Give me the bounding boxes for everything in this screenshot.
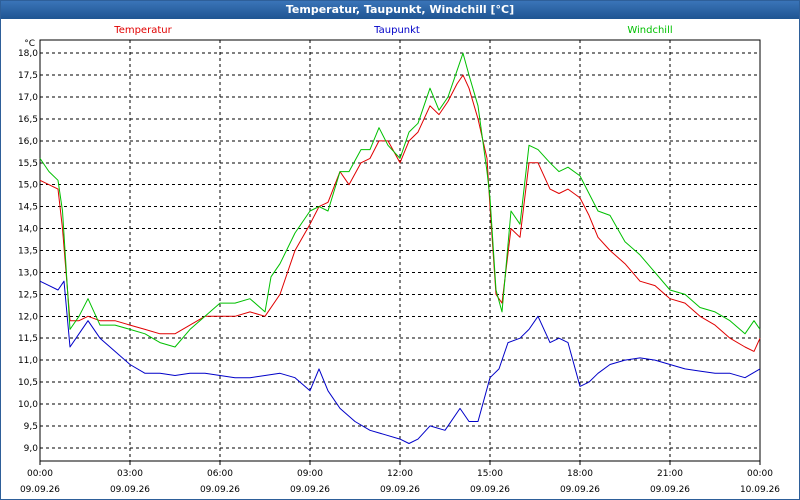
y-tick-label: 12,0 — [18, 312, 38, 322]
x-tick-date-label: 09.09.26 — [200, 485, 240, 495]
y-tick-label: 16,5 — [18, 115, 38, 125]
y-tick-label: 14,0 — [18, 225, 38, 235]
y-tick-label: 15,0 — [18, 181, 38, 191]
y-tick-label: 14,5 — [18, 203, 38, 213]
y-tick-label: 18,0 — [18, 49, 38, 59]
y-tick-label: 12,5 — [18, 290, 38, 300]
y-tick-label: 9,0 — [24, 444, 39, 454]
x-tick-time-label: 21:00 — [657, 469, 683, 479]
y-tick-label: 13,0 — [18, 268, 38, 278]
x-tick-date-label: 09.09.26 — [380, 485, 420, 495]
x-tick-date-label: 09.09.26 — [20, 485, 60, 495]
x-tick-time-label: 00:00 — [747, 469, 773, 479]
x-tick-time-label: 03:00 — [117, 469, 143, 479]
x-tick-time-label: 06:00 — [207, 469, 233, 479]
legend-windchill: Windchill — [627, 25, 672, 36]
x-tick-date-label: 09.09.26 — [290, 485, 330, 495]
x-tick-date-label: 09.09.26 — [110, 485, 150, 495]
y-tick-label: 10,5 — [18, 378, 38, 388]
legend-temperatur: Temperatur — [113, 25, 172, 36]
x-tick-time-label: 18:00 — [567, 469, 593, 479]
y-tick-label: 11,5 — [18, 334, 38, 344]
y-tick-label: 11,0 — [18, 356, 38, 366]
y-axis-label: °C — [24, 39, 35, 49]
y-tick-label: 10,0 — [18, 400, 38, 410]
y-tick-label: 17,5 — [18, 71, 38, 81]
x-tick-time-label: 00:00 — [27, 469, 53, 479]
y-tick-label: 17,0 — [18, 93, 38, 103]
chart-canvas: 9,0 9,5 10,0 10,5 11,0 11,5 12,0 12,5 13,0 13,5 14… — [18, 25, 780, 495]
y-tick-label: 15,5 — [18, 159, 38, 169]
y-tick-label: 13,5 — [18, 247, 38, 257]
x-tick-date-label: 09.09.26 — [650, 485, 690, 495]
legend-taupunkt: Taupunkt — [373, 25, 420, 36]
y-tick-label: 9,5 — [24, 422, 38, 432]
y-tick-label: 16,0 — [18, 137, 38, 147]
x-tick-date-label: 09.09.26 — [560, 485, 600, 495]
x-tick-time-label: 09:00 — [297, 469, 323, 479]
x-tick-date-label: 09.09.26 — [470, 485, 510, 495]
x-tick-time-label: 12:00 — [387, 469, 413, 479]
x-tick-date-label: 10.09.26 — [740, 485, 780, 495]
x-tick-time-label: 15:00 — [477, 469, 503, 479]
